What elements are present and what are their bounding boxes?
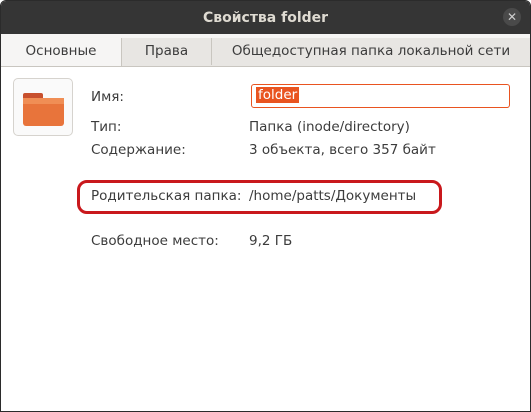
contents-value: 3 объекта, всего 357 байт: [249, 142, 436, 158]
titlebar: Свойства folder ✕: [1, 1, 530, 34]
close-button[interactable]: ✕: [503, 8, 521, 26]
tab-local-network-share[interactable]: Общедоступная папка локальной сети: [212, 38, 530, 65]
free-space-label: Свободное место:: [91, 233, 219, 249]
tab-permissions[interactable]: Права: [122, 38, 212, 65]
close-icon: ✕: [506, 10, 518, 24]
general-panel: Имя: folder Тип: Папка (inode/directory)…: [1, 67, 530, 411]
type-label: Тип:: [91, 119, 122, 135]
free-space-value: 9,2 ГБ: [249, 233, 293, 249]
folder-icon-button[interactable]: [13, 78, 73, 136]
type-value: Папка (inode/directory): [249, 119, 410, 135]
tab-general[interactable]: Основные: [1, 38, 122, 66]
highlight-annotation: [77, 180, 442, 214]
name-value: folder: [256, 87, 300, 103]
contents-label: Содержание:: [91, 142, 186, 158]
name-input[interactable]: folder: [251, 84, 510, 108]
tab-bar: Основные Права Общедоступная папка локал…: [1, 38, 530, 67]
name-label: Имя:: [91, 89, 124, 105]
properties-dialog: Свойства folder ✕ Основные Права Общедос…: [0, 0, 531, 412]
window-title: Свойства folder: [202, 9, 329, 26]
